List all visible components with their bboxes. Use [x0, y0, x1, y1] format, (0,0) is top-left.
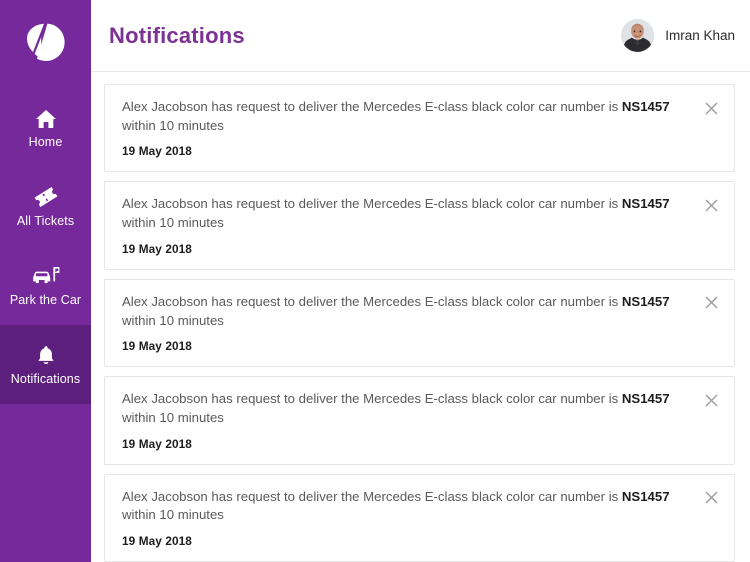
notification-date: 19 May 2018 — [122, 144, 192, 159]
app-root: Home All Tickets Park the Car Notificati… — [0, 0, 750, 562]
notification-car-number: NS1457 — [621, 293, 670, 309]
notification-car-number: NS1457 — [621, 391, 670, 407]
close-icon[interactable] — [700, 487, 722, 509]
notification-card[interactable]: Alex Jacobson has request to deliver the… — [104, 84, 735, 173]
close-icon[interactable] — [700, 97, 722, 119]
notification-text: Alex Jacobson has request to deliver the… — [122, 488, 718, 525]
notification-card[interactable]: Alex Jacobson has request to deliver the… — [104, 181, 735, 270]
notification-text-before: Alex Jacobson has request to deliver the… — [122, 196, 622, 212]
notification-list: Alex Jacobson has request to deliver the… — [91, 72, 750, 562]
close-icon[interactable] — [700, 389, 722, 411]
sidebar-item-label: Notifications — [10, 371, 81, 386]
notification-text-after: within 10 minutes — [122, 409, 224, 425]
notification-text: Alex Jacobson has request to deliver the… — [122, 390, 718, 427]
notification-text-after: within 10 minutes — [122, 215, 224, 231]
notification-card[interactable]: Alex Jacobson has request to deliver the… — [104, 278, 735, 368]
main-content: Notifications Imran Khan Alex Jacobson h… — [91, 0, 750, 562]
sidebar-item-label: All Tickets — [16, 213, 75, 228]
home-icon — [35, 107, 57, 129]
notification-date: 19 May 2018 — [122, 241, 192, 256]
notification-car-number: NS1457 — [621, 196, 670, 212]
notification-card[interactable]: Alex Jacobson has request to deliver the… — [104, 376, 735, 465]
user-avatar-photo — [621, 19, 655, 52]
notification-text-after: within 10 minutes — [122, 312, 224, 328]
sidebar-item-notifications[interactable]: Notifications — [0, 325, 91, 404]
notification-text-after: within 10 minutes — [122, 507, 224, 523]
valet-logo-icon — [26, 23, 65, 62]
notification-text: Alex Jacobson has request to deliver the… — [122, 98, 718, 135]
close-icon[interactable] — [700, 292, 722, 314]
sidebar-item-label: Park the Car — [9, 292, 82, 307]
bell-icon — [36, 344, 56, 366]
sidebar-item-park-the-car[interactable]: Park the Car — [0, 246, 91, 325]
user-profile[interactable]: Imran Khan — [621, 19, 735, 52]
notification-date: 19 May 2018 — [122, 436, 192, 451]
notification-text: Alex Jacobson has request to deliver the… — [122, 293, 718, 330]
notification-car-number: NS1457 — [621, 488, 670, 504]
notification-date: 19 May 2018 — [122, 534, 192, 549]
page-title: Notifications — [109, 22, 245, 48]
sidebar: Home All Tickets Park the Car Notificati… — [0, 0, 91, 562]
notification-card[interactable]: Alex Jacobson has request to deliver the… — [104, 473, 735, 562]
notification-text-before: Alex Jacobson has request to deliver the… — [122, 293, 622, 309]
top-bar: Notifications Imran Khan — [91, 0, 750, 72]
sidebar-item-label: Home — [28, 134, 63, 149]
notification-text: Alex Jacobson has request to deliver the… — [122, 195, 718, 232]
close-icon[interactable] — [700, 194, 722, 216]
notification-car-number: NS1457 — [621, 99, 670, 114]
sidebar-item-all-tickets[interactable]: All Tickets — [0, 167, 91, 246]
sidebar-nav: Home All Tickets Park the Car Notificati… — [0, 88, 91, 404]
user-name: Imran Khan — [665, 28, 735, 43]
notification-date: 19 May 2018 — [122, 339, 192, 354]
notification-text-before: Alex Jacobson has request to deliver the… — [122, 391, 622, 407]
ticket-icon — [34, 186, 58, 208]
notification-text-before: Alex Jacobson has request to deliver the… — [122, 488, 622, 504]
notification-text-after: within 10 minutes — [122, 117, 224, 133]
sidebar-item-home[interactable]: Home — [0, 88, 91, 167]
car-parking-icon — [31, 265, 61, 287]
logo-container[interactable] — [0, 0, 91, 88]
notification-text-before: Alex Jacobson has request to deliver the… — [122, 99, 622, 114]
